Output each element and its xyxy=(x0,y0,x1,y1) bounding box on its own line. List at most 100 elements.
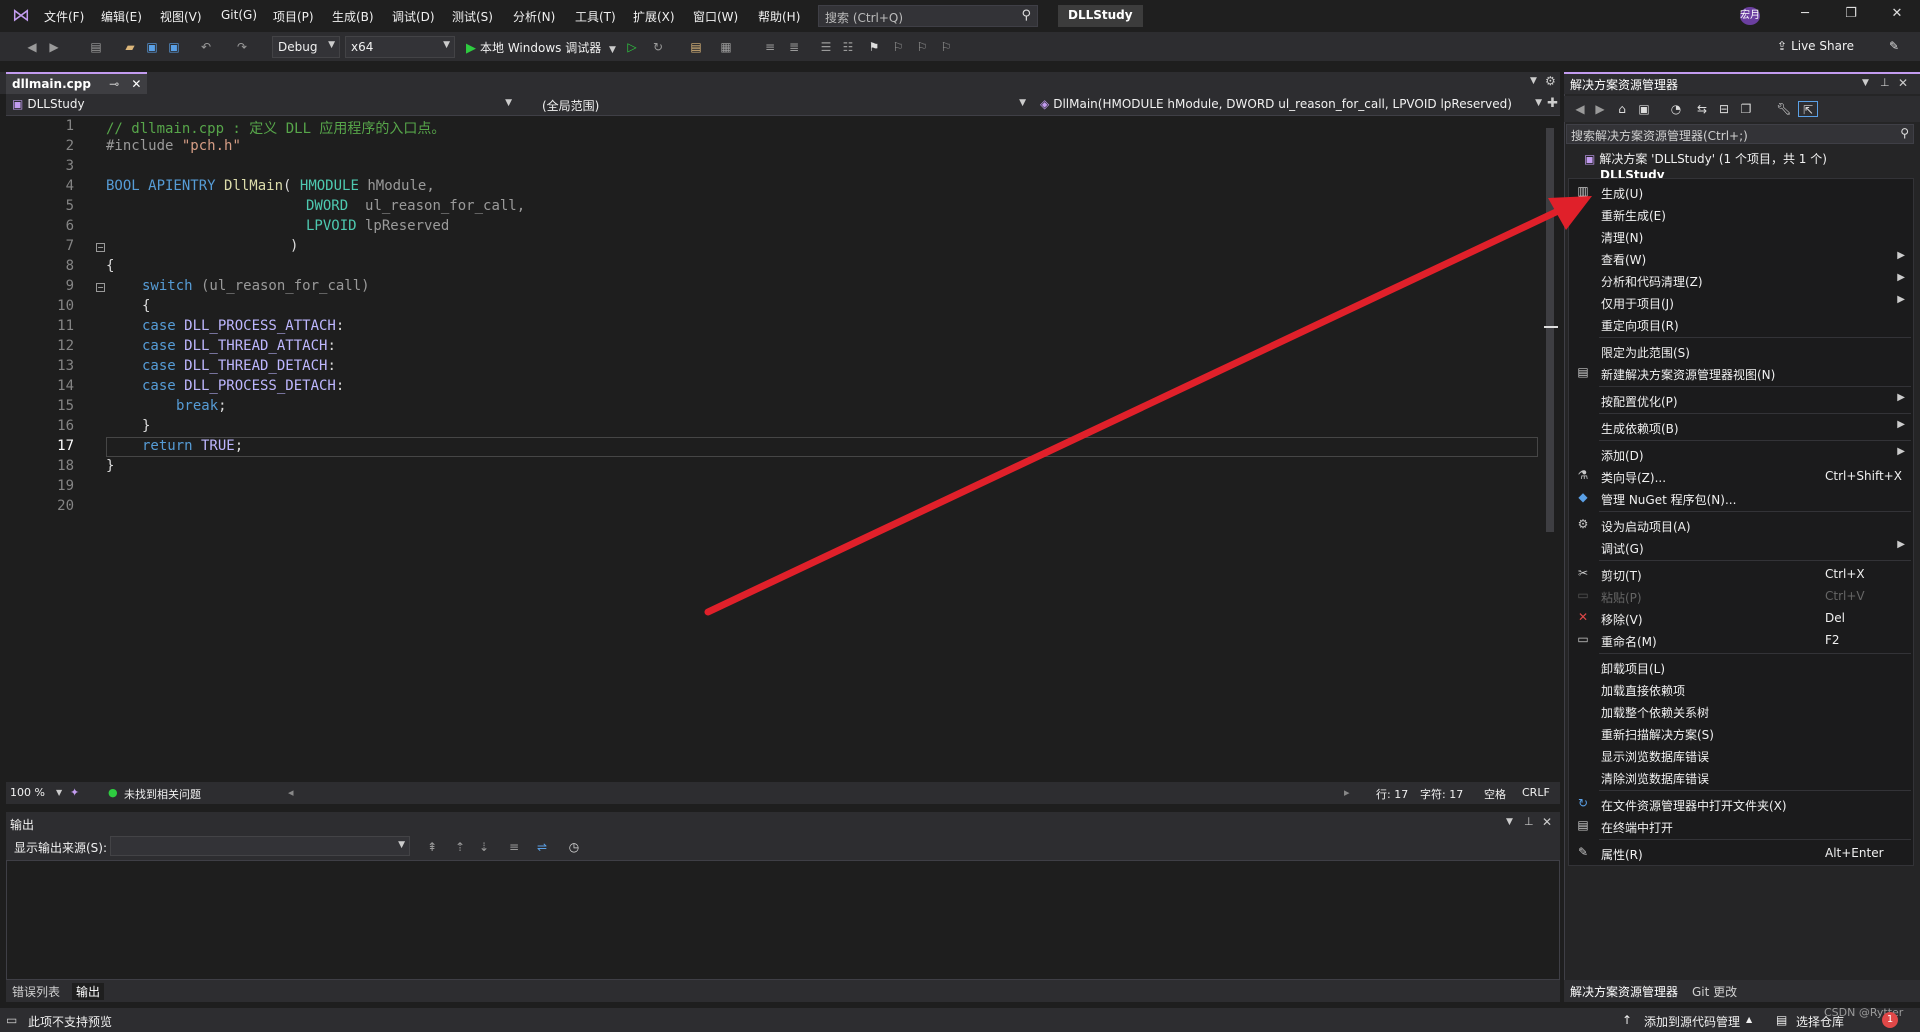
solution-icon[interactable]: ▤ xyxy=(688,39,704,55)
menu-item-nuget[interactable]: ◆ 管理 NuGet 程序包(N)... xyxy=(1569,487,1913,509)
menu-window[interactable]: 窗口(W) xyxy=(693,8,738,26)
collapse-all-icon[interactable]: ⊟ xyxy=(1716,101,1732,117)
pending-changes-icon[interactable]: ◔ xyxy=(1668,101,1684,117)
menu-item-open-in-terminal[interactable]: ▤ 在终端中打开 xyxy=(1569,815,1913,837)
chevron-up-icon[interactable]: ▲ xyxy=(1746,1015,1752,1024)
menu-item-view[interactable]: 查看(W) ▶ xyxy=(1569,247,1913,269)
new-item-icon[interactable]: ▤ xyxy=(88,39,104,55)
tab-error-list[interactable]: 错误列表 xyxy=(12,983,60,1000)
menu-item-unload-project[interactable]: 卸载项目(L) xyxy=(1569,656,1913,678)
indent-icon[interactable]: ≡ xyxy=(762,39,778,55)
menu-git[interactable]: Git(G) xyxy=(221,8,257,26)
menu-item-clear-db-errors[interactable]: 清除浏览数据库错误 xyxy=(1569,766,1913,788)
menu-test[interactable]: 测试(S) xyxy=(452,8,493,26)
menu-file[interactable]: 文件(F) xyxy=(44,8,84,26)
scroll-right-icon[interactable]: ▸ xyxy=(1344,786,1350,799)
menu-help[interactable]: 帮助(H) xyxy=(758,8,800,26)
find-message-icon[interactable]: ⇞ xyxy=(424,839,440,855)
next-message-icon[interactable]: ⇣ xyxy=(476,839,492,855)
menu-item-rebuild[interactable]: 重新生成(E) xyxy=(1569,203,1913,225)
tab-output[interactable]: 输出 xyxy=(72,983,105,1000)
save-icon[interactable]: ▣ xyxy=(144,39,160,55)
start-without-debug-icon[interactable]: ▷ xyxy=(624,39,640,55)
tree-item-solution[interactable]: ▣ 解决方案 'DLLStudy' (1 个项目，共 1 个) xyxy=(1584,150,1827,167)
clear-all-icon[interactable]: ≡ xyxy=(506,839,522,855)
pin-icon[interactable]: ⊥ xyxy=(1880,76,1890,89)
menu-item-class-wizard[interactable]: ⚗ 类向导(Z)... Ctrl+Shift+X xyxy=(1569,465,1913,487)
back-icon[interactable]: ◀ xyxy=(24,39,40,55)
undo-icon[interactable]: ↶ xyxy=(198,39,214,55)
menu-item-rename[interactable]: ▭ 重命名(M) F2 xyxy=(1569,629,1913,651)
scrollbar-thumb[interactable] xyxy=(1546,128,1554,532)
menu-extensions[interactable]: 扩展(X) xyxy=(633,8,675,26)
split-icon[interactable]: ✚ xyxy=(1547,96,1558,111)
pin-icon[interactable]: ⊸ xyxy=(109,77,119,91)
home-icon[interactable]: ⌂ xyxy=(1614,101,1630,117)
eol-indicator[interactable]: CRLF xyxy=(1522,786,1550,799)
tab-git-changes[interactable]: Git 更改 xyxy=(1692,983,1737,1000)
menu-item-project-only[interactable]: 仅用于项目(J) ▶ xyxy=(1569,291,1913,313)
menu-item-add[interactable]: 添加(D) ▶ xyxy=(1569,443,1913,465)
back-icon[interactable]: ◀ xyxy=(1572,101,1588,117)
line-indicator[interactable]: 行: 17 xyxy=(1376,786,1408,802)
clear-bookmarks-icon[interactable]: ⚐ xyxy=(938,39,954,55)
search-input[interactable]: 搜索 (Ctrl+Q) ⚲ xyxy=(818,5,1038,27)
outdent-icon[interactable]: ≣ xyxy=(786,39,802,55)
show-all-files-icon[interactable]: ❐ xyxy=(1738,101,1754,117)
char-indicator[interactable]: 字符: 17 xyxy=(1420,786,1463,802)
zoom-level[interactable]: 100 % xyxy=(10,786,45,799)
scroll-left-icon[interactable]: ◂ xyxy=(288,786,294,799)
menu-debug[interactable]: 调试(D) xyxy=(392,8,435,26)
menu-item-load-dep-tree[interactable]: 加载整个依赖关系树 xyxy=(1569,700,1913,722)
menu-item-build-dependencies[interactable]: 生成依赖项(B) ▶ xyxy=(1569,416,1913,438)
notifications-badge[interactable]: 1 xyxy=(1882,1012,1898,1028)
settings-gear-icon[interactable]: ⚙ xyxy=(1545,74,1556,88)
close-icon[interactable]: ✕ xyxy=(1898,76,1908,90)
menu-item-cut[interactable]: ✂ 剪切(T) Ctrl+X xyxy=(1569,563,1913,585)
solution-explorer-search-input[interactable]: 搜索解决方案资源管理器(Ctrl+;) ⚲ xyxy=(1566,124,1914,144)
tab-dllmain-cpp[interactable]: dllmain.cpp ⊸ ✕ xyxy=(6,72,148,94)
close-tab-icon[interactable]: ✕ xyxy=(131,77,141,91)
live-share-button[interactable]: ⇪ Live Share xyxy=(1777,39,1854,53)
add-to-source-control-button[interactable]: 添加到源代码管理 xyxy=(1644,1013,1740,1030)
menu-item-rescan-solution[interactable]: 重新扫描解决方案(S) xyxy=(1569,722,1913,744)
close-icon[interactable]: ✕ xyxy=(1542,815,1552,829)
output-source-select[interactable]: ▼ xyxy=(110,836,410,856)
menu-item-open-in-explorer[interactable]: ↻ 在文件资源管理器中打开文件夹(X) xyxy=(1569,793,1913,815)
comment-icon[interactable]: ☰ xyxy=(818,39,834,55)
menu-analyze[interactable]: 分析(N) xyxy=(513,8,555,26)
whitespace-indicator[interactable]: 空格 xyxy=(1484,786,1506,802)
open-folder-icon[interactable]: ▰ xyxy=(122,39,138,55)
menu-item-retarget[interactable]: 重定向项目(R) xyxy=(1569,313,1913,335)
menu-item-clean[interactable]: 清理(N) xyxy=(1569,225,1913,247)
output-text-area[interactable] xyxy=(6,860,1560,980)
next-bookmark-icon[interactable]: ⚐ xyxy=(914,39,930,55)
menu-project[interactable]: 项目(P) xyxy=(273,8,314,26)
menu-item-properties[interactable]: ✎ 属性(R) Alt+Enter xyxy=(1569,842,1913,864)
close-icon[interactable]: ✕ xyxy=(1882,6,1912,26)
nav-scope-select[interactable]: (全局范围) ▼ xyxy=(536,94,1030,116)
prev-message-icon[interactable]: ⇡ xyxy=(452,839,468,855)
menu-item-new-view[interactable]: ▤ 新建解决方案资源管理器视图(N) xyxy=(1569,362,1913,384)
platform-select[interactable]: x64 ▼ xyxy=(345,36,455,58)
word-wrap-icon[interactable]: ⇌ xyxy=(534,839,550,855)
menu-item-set-startup[interactable]: ⚙ 设为启动项目(A) xyxy=(1569,514,1913,536)
sync-icon[interactable]: ⇆ xyxy=(1694,101,1710,117)
layout-icon[interactable]: ▦ xyxy=(718,39,734,55)
chevron-down-icon[interactable]: ▼ xyxy=(56,788,62,797)
pin-icon[interactable]: ⊥ xyxy=(1524,815,1534,828)
properties-wrench-icon[interactable]: 🔧︎ xyxy=(1776,101,1792,117)
restore-icon[interactable]: ❐ xyxy=(1836,6,1866,26)
minimize-icon[interactable]: ─ xyxy=(1790,6,1820,26)
menu-item-load-direct-deps[interactable]: 加载直接依赖项 xyxy=(1569,678,1913,700)
menu-item-debug[interactable]: 调试(G) ▶ xyxy=(1569,536,1913,558)
menu-build[interactable]: 生成(B) xyxy=(332,8,374,26)
panel-dropdown-icon[interactable]: ▼ xyxy=(1862,78,1869,88)
tab-solution-explorer[interactable]: 解决方案资源管理器 xyxy=(1570,983,1678,1000)
menu-item-analyze[interactable]: 分析和代码清理(Z) ▶ xyxy=(1569,269,1913,291)
menu-item-build[interactable]: ▥ 生成(U) xyxy=(1569,181,1913,203)
menu-tools[interactable]: 工具(T) xyxy=(575,8,616,26)
feedback-icon[interactable]: ✎ xyxy=(1886,38,1902,54)
menu-item-scope-to-this[interactable]: 限定为此范围(S) xyxy=(1569,340,1913,362)
menu-item-remove[interactable]: ✕ 移除(V) Del xyxy=(1569,607,1913,629)
